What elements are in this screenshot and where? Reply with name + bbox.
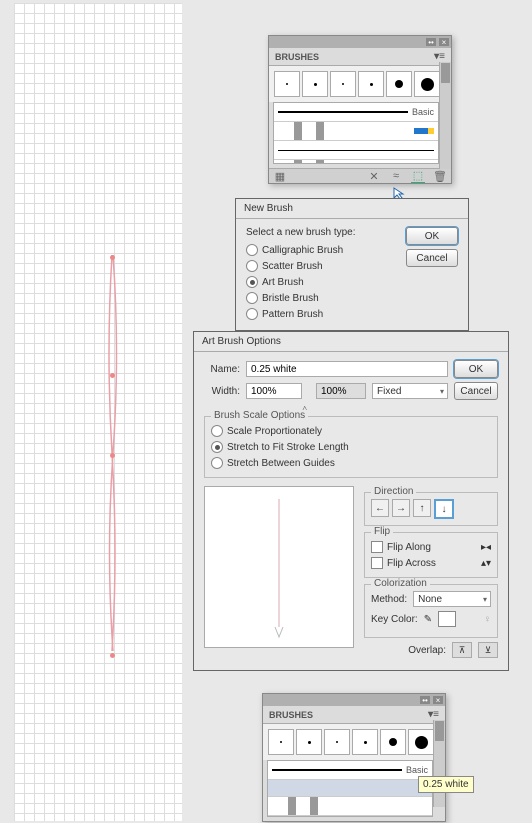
width-to-input[interactable] <box>316 383 366 399</box>
scroll-thumb[interactable] <box>435 721 444 741</box>
width-label: Width: <box>204 386 240 397</box>
brush-item-pencil1[interactable] <box>268 797 432 816</box>
scrollbar[interactable] <box>433 720 445 807</box>
ok-button[interactable]: OK <box>454 360 498 378</box>
panel-titlebar: •• × <box>263 694 445 706</box>
name-input[interactable] <box>246 361 448 377</box>
anchor-point[interactable] <box>110 453 115 458</box>
panel-footer: ▦ ✕ ≈ ⬚ 🗑 <box>269 168 451 183</box>
flip-along-icon: ▸◂ <box>481 542 491 553</box>
new-brush-dialog: New Brush OK Cancel Select a new brush t… <box>235 198 469 331</box>
anchor-point[interactable] <box>110 255 115 260</box>
radio-bristle[interactable]: Bristle Brush <box>246 290 458 306</box>
width-mode-dropdown[interactable]: Fixed <box>372 383 448 399</box>
panel-tab[interactable]: BRUSHES ▾≡ <box>269 48 451 66</box>
radio-scatter[interactable]: Scatter Brush <box>246 258 406 274</box>
ok-button[interactable]: OK <box>406 227 458 245</box>
brush-item-basic[interactable]: Basic <box>274 103 438 122</box>
brush-list: Basic <box>273 102 439 164</box>
radio-scale-between[interactable]: Stretch Between Guides <box>211 455 491 471</box>
options-icon[interactable]: ≈ <box>389 170 403 182</box>
scroll-thumb[interactable] <box>441 63 450 83</box>
anchor-point[interactable] <box>110 373 115 378</box>
delete-icon[interactable]: 🗑 <box>433 170 447 182</box>
brush-thumb[interactable] <box>414 71 440 97</box>
brush-thumb[interactable] <box>408 729 434 755</box>
brush-thumb[interactable] <box>274 71 300 97</box>
brush-thumb[interactable] <box>386 71 412 97</box>
close-icon[interactable]: × <box>433 696 443 704</box>
tips-icon[interactable]: ♀ <box>484 614 492 625</box>
direction-down-button[interactable]: ↓ <box>434 499 454 519</box>
panel-title: BRUSHES <box>275 52 319 62</box>
direction-fieldset: Direction ← → ↑ ↓ <box>364 492 498 526</box>
brush-item-pencil2[interactable] <box>274 160 438 164</box>
brush-thumbnails <box>269 66 451 102</box>
pencil-icon <box>414 128 434 134</box>
dialog-buttons: OK Cancel <box>406 227 458 267</box>
colorization-fieldset: Colorization Method:None Key Color:✎♀ <box>364 584 498 638</box>
brush-list: Basic <box>267 760 433 817</box>
radio-art[interactable]: Art Brush <box>246 274 458 290</box>
eyedropper-icon[interactable]: ✎ <box>424 614 432 625</box>
brush-scale-fieldset: Brush Scale Options Scale Proportionatel… <box>204 416 498 478</box>
remove-stroke-icon[interactable]: ✕ <box>367 170 381 182</box>
direction-right-button[interactable]: → <box>392 499 410 517</box>
art-brush-options-dialog: Art Brush Options Name: OK Width: Fixed … <box>193 331 509 671</box>
close-icon[interactable]: × <box>439 38 449 46</box>
overlap-cut-button[interactable]: ⊻ <box>478 642 498 658</box>
brush-preview <box>204 486 354 648</box>
overlap-none-button[interactable]: ⊼ <box>452 642 472 658</box>
panel-menu-icon[interactable]: ▾≡ <box>428 709 439 720</box>
brush-thumb[interactable] <box>268 729 294 755</box>
cancel-button[interactable]: Cancel <box>406 249 458 267</box>
radio-pattern[interactable]: Pattern Brush <box>246 306 458 322</box>
flip-across-checkbox[interactable]: Flip Across▴▾ <box>371 555 491 571</box>
panel-titlebar: •• × <box>269 36 451 48</box>
brushes-panel: •• × BRUSHES ▾≡ Basic ▦ ✕ ≈ ⬚ 🗑 <box>268 35 452 184</box>
panel-tab[interactable]: BRUSHES ▾≡ <box>263 706 445 724</box>
brushes-panel-2: •• × BRUSHES ▾≡ Basic <box>262 693 446 822</box>
direction-up-button[interactable]: ↑ <box>413 499 431 517</box>
dialog-title: Art Brush Options <box>194 332 508 352</box>
flip-across-icon: ▴▾ <box>481 558 491 569</box>
brush-item-basic[interactable]: Basic <box>268 761 432 780</box>
brush-thumb[interactable] <box>352 729 378 755</box>
width-from-input[interactable] <box>246 383 302 399</box>
dialog-title: New Brush <box>236 199 468 219</box>
canvas-grid[interactable] <box>14 3 182 821</box>
library-icon[interactable]: ▦ <box>273 170 287 182</box>
panel-menu-icon[interactable]: ▾≡ <box>434 51 445 62</box>
brush-thumbnails <box>263 724 445 760</box>
brush-item-pencil1[interactable] <box>274 122 438 141</box>
brush-thumb[interactable] <box>358 71 384 97</box>
name-label: Name: <box>204 364 240 375</box>
brush-thumb[interactable] <box>380 729 406 755</box>
direction-left-button[interactable]: ← <box>371 499 389 517</box>
keycolor-swatch[interactable] <box>438 611 456 627</box>
cancel-button[interactable]: Cancel <box>454 382 498 400</box>
brush-thumb[interactable] <box>296 729 322 755</box>
brush-thumb[interactable] <box>324 729 350 755</box>
brush-item-selected[interactable] <box>268 780 432 797</box>
collapse-icon[interactable]: •• <box>420 696 430 704</box>
scrollbar[interactable] <box>439 62 451 169</box>
new-brush-icon[interactable]: ⬚ <box>411 170 425 183</box>
radio-scale-prop[interactable]: Scale Proportionately <box>211 423 491 439</box>
brush-thumb[interactable] <box>302 71 328 97</box>
collapse-icon[interactable]: •• <box>426 38 436 46</box>
anchor-point[interactable] <box>110 653 115 658</box>
method-dropdown[interactable]: None <box>413 591 491 607</box>
flip-along-checkbox[interactable]: Flip Along▸◂ <box>371 539 491 555</box>
flip-fieldset: Flip Flip Along▸◂ Flip Across▴▾ <box>364 532 498 578</box>
brush-thumb[interactable] <box>330 71 356 97</box>
fieldset-legend: Brush Scale Options <box>211 410 308 421</box>
radio-calligraphic[interactable]: Calligraphic Brush <box>246 242 406 258</box>
brush-item-line[interactable] <box>274 141 438 160</box>
radio-scale-stretch[interactable]: Stretch to Fit Stroke Length <box>211 439 491 455</box>
panel-title: BRUSHES <box>269 710 313 720</box>
